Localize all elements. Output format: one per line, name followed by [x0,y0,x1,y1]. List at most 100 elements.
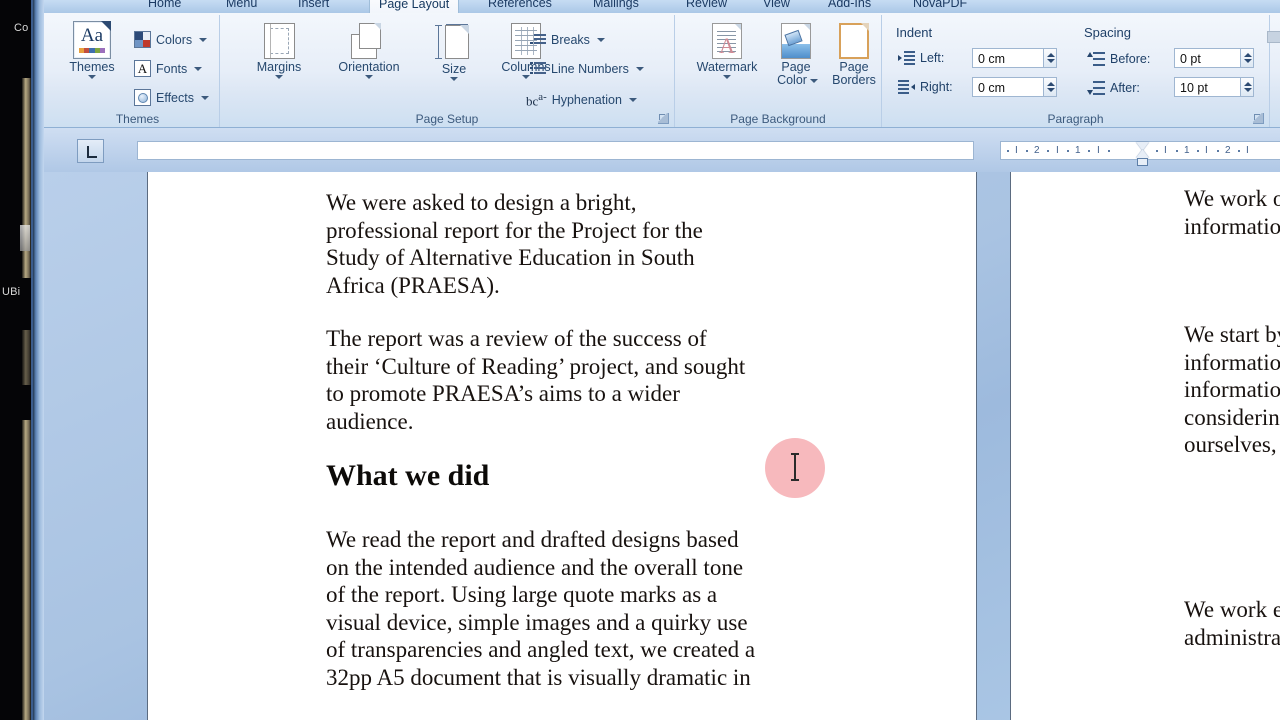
hanging-indent-marker[interactable] [1136,150,1149,158]
theme-colors-button[interactable]: Colors [134,31,208,48]
document-right-paragraph-3[interactable]: We work equa organisations administrativ… [1184,596,1280,651]
page-color-label-word: Color [777,73,807,87]
group-label-page-background: Page Background [730,112,826,126]
ruler-tick-2-right: 2 [1225,145,1231,156]
indent-right-label: Right: [920,80,953,94]
spacing-after-input[interactable]: 10 pt [1174,77,1241,97]
group-label-themes: Themes [115,112,160,126]
ruler-tick-2-left: 2 [1034,145,1040,156]
desktop-label-ubuntu[interactable]: UBi [2,286,20,298]
indent-right-input[interactable]: 0 cm [972,77,1044,97]
word-window: Home Menu Insert Page Layout References … [31,0,1280,720]
spacing-after-stepper[interactable] [1241,77,1254,97]
margins-label: Margins [256,60,302,74]
effects-circle-icon [134,89,151,106]
spacing-after-icon [1086,80,1105,96]
page-color-button[interactable]: Page Page Color Color [767,23,825,87]
chevron-down-icon [365,75,373,79]
indent-right-icon [898,80,915,94]
indent-left-label: Left: [920,51,945,65]
ribbon-group-paragraph: Indent Spacing Left: 0 cm Right: 0 cm Be… [882,15,1270,127]
tab-insert[interactable]: Insert [289,0,338,14]
document-paragraph-2[interactable]: The report was a review of the success o… [326,325,746,435]
ruler-tick-1-left: 1 [1075,145,1081,156]
tab-stop-selector[interactable] [77,139,104,163]
tab-mailings[interactable]: Mailings [584,0,648,14]
tab-menu[interactable]: Menu [217,0,266,14]
chevron-down-icon [450,77,458,81]
ruler-row: I 2 I 1 I I 1 I 2 I [44,128,1280,172]
document-heading-1[interactable]: What we did [326,459,746,493]
spacing-after-row: After: [1086,80,1140,96]
ribbon: Aa Themes Colors A Fonts Effects Themes … [44,13,1280,128]
ribbon-group-page-background: A Watermark Page Page Color Color [675,15,882,127]
page-color-icon [781,23,811,59]
paragraph-dialog-launcher[interactable] [1253,113,1264,124]
line-numbers-icon [530,62,546,76]
orientation-button[interactable]: Orientation [320,23,418,79]
desktop-icon[interactable] [20,225,30,251]
line-numbers-button[interactable]: Line Numbers [530,62,644,76]
document-paragraph-1[interactable]: We were asked to design a bright, profes… [326,189,746,299]
chevron-down-icon [628,98,637,103]
themes-button[interactable]: Aa Themes [60,21,124,79]
indent-right-stepper[interactable] [1044,77,1057,97]
size-button[interactable]: Size [426,23,482,81]
chevron-down-icon [88,75,96,79]
theme-effects-button[interactable]: Effects [134,89,209,106]
orientation-icon [351,23,387,59]
first-line-indent-marker[interactable] [1136,142,1149,150]
spacing-before-icon [1086,51,1105,67]
breaks-label: Breaks [551,33,590,47]
group-label-page-setup: Page Setup [415,112,479,126]
document-right-paragraph-2[interactable]: We start by ass required, the p informat… [1184,321,1280,459]
hyphenation-button[interactable]: bca- Hyphenation [526,91,637,109]
font-letter-icon: A [134,60,151,77]
page-borders-button[interactable]: Page Borders [825,23,883,87]
ribbon-group-arrange: Position [1266,15,1280,127]
ribbon-tabstrip: Home Menu Insert Page Layout References … [44,0,1280,14]
window-left-edge [33,0,44,720]
indent-left-row: Left: [898,51,944,65]
indent-left-input[interactable]: 0 cm [972,48,1044,68]
ruler-tick-1-right: 1 [1184,145,1190,156]
theme-fonts-button[interactable]: A Fonts [134,60,203,77]
document-paragraph-3[interactable]: We read the report and drafted designs b… [326,526,756,691]
breaks-button[interactable]: Breaks [530,33,605,47]
chevron-down-icon [522,75,530,79]
screen: Co UBi Home Menu Insert Page Layout Refe… [0,0,1280,720]
page-borders-label-2: Borders [832,73,876,87]
spacing-before-stepper[interactable] [1241,48,1254,68]
horizontal-ruler-left-page[interactable] [137,141,974,160]
size-label: Size [441,62,467,76]
document-page-right[interactable]: We work on a from publicity informationa… [1011,172,1280,720]
hyphenation-label: Hyphenation [551,93,622,108]
tab-add-ins[interactable]: Add-Ins [819,0,880,14]
tab-review[interactable]: Review [677,0,736,14]
spacing-section-header: Spacing [1084,25,1131,40]
tab-view[interactable]: View [754,0,799,14]
indent-left-icon [898,51,915,65]
watermark-button[interactable]: A Watermark [685,23,769,79]
document-right-paragraph-1[interactable]: We work on a from publicity informationa… [1184,185,1280,240]
horizontal-ruler-right-page[interactable]: I 2 I 1 I I 1 I 2 I [1000,141,1280,166]
tab-novapdf[interactable]: NovaPDF [904,0,976,14]
text-cursor-icon [791,453,798,481]
page-setup-dialog-launcher[interactable] [658,113,669,124]
document-page-left[interactable]: We were asked to design a bright, profes… [148,172,976,720]
margins-button[interactable]: Margins [242,23,316,79]
tab-page-layout[interactable]: Page Layout [369,0,460,14]
indent-left-stepper[interactable] [1044,48,1057,68]
spacing-after-label: After: [1110,81,1140,95]
left-indent-marker[interactable] [1137,158,1148,166]
margins-icon [263,23,295,59]
position-button[interactable]: Position [1266,27,1280,47]
tab-references[interactable]: References [479,0,561,14]
tab-home[interactable]: Home [139,0,190,14]
spacing-before-input[interactable]: 0 pt [1174,48,1241,68]
desktop-label-computer[interactable]: Co [14,22,28,34]
desktop-wallpaper-strip [22,330,31,385]
watermark-icon: A [712,23,742,59]
document-canvas[interactable]: We were asked to design a bright, profes… [44,172,1280,720]
chevron-down-icon [200,95,209,100]
